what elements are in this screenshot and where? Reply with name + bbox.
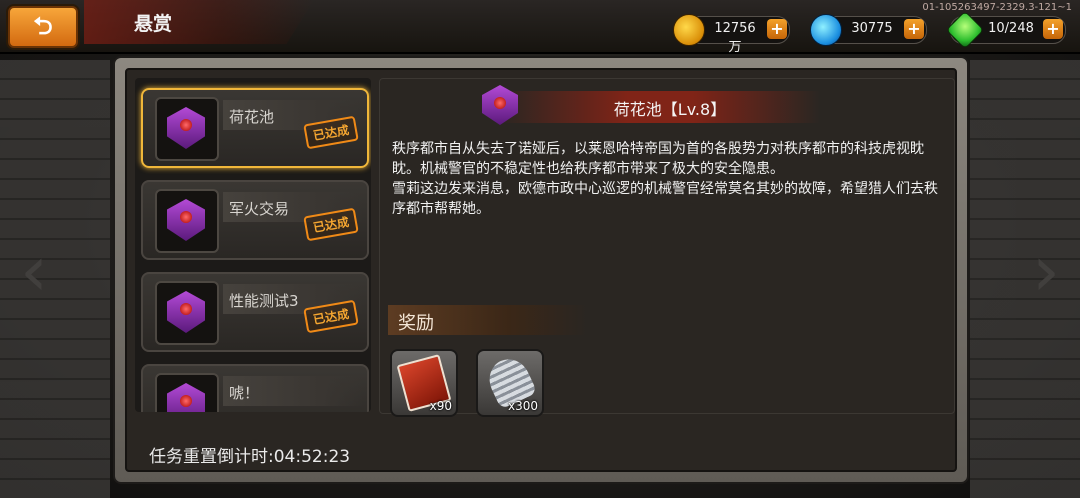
bounty-name: 性能测试3 xyxy=(229,292,299,310)
bounty-panel-inner: 荷花池 已达成 军火交易 已达成 性能测试3 已达成 唬！ 荷花池【Lv.8】 … xyxy=(125,68,957,472)
energy-resource: 10/248 + xyxy=(945,10,1066,50)
gem-resource: 30775 + xyxy=(810,14,927,46)
bounty-emblem-icon xyxy=(155,373,219,412)
detail-emblem-icon xyxy=(478,83,522,129)
bounty-emblem-icon xyxy=(155,97,219,161)
reset-timer: 任务重置倒计时:04:52:23 xyxy=(149,447,351,467)
green-energy-icon xyxy=(945,10,985,50)
bounty-name: 唬！ xyxy=(229,384,260,402)
description-paragraph: 雪莉这边发来消息，欧德市政中心巡逻的机械警官经常莫名其妙的故障，希望猎人们去秩序… xyxy=(392,181,938,217)
top-bar: ⮌ 悬赏 01-105263497-2329.3-121~1 12756万 + … xyxy=(0,0,1080,55)
chevron-left-icon: ‹ xyxy=(20,230,48,312)
gold-resource: 12756万 + xyxy=(673,14,790,55)
bounty-name: 军火交易 xyxy=(229,200,290,218)
chevron-right-icon: › xyxy=(1032,230,1060,312)
bounty-panel: 荷花池 已达成 军火交易 已达成 性能测试3 已达成 唬！ 荷花池【Lv.8】 … xyxy=(113,56,969,484)
bounty-item[interactable]: 军火交易 已达成 xyxy=(141,180,369,260)
bounty-detail: 荷花池【Lv.8】 秩序都市自从失去了诺娅后，以莱恩哈特帝国为首的各股势力对秩序… xyxy=(379,78,955,417)
title-background xyxy=(84,0,314,44)
bounty-list[interactable]: 荷花池 已达成 军火交易 已达成 性能测试3 已达成 唬！ xyxy=(135,78,371,412)
detail-title: 荷花池【Lv.8】 xyxy=(613,100,727,119)
bounty-emblem-icon xyxy=(155,281,219,345)
gem-value: 30775 xyxy=(851,21,893,36)
reward-quantity: x300 xyxy=(507,399,538,413)
bounty-name: 荷花池 xyxy=(229,108,275,126)
reward-quantity: x90 xyxy=(429,399,452,413)
back-button[interactable]: ⮌ xyxy=(8,6,78,48)
bounty-item[interactable]: 性能测试3 已达成 xyxy=(141,272,369,352)
page-title: 悬赏 xyxy=(134,13,173,35)
add-energy-button[interactable]: + xyxy=(1043,19,1063,39)
gold-coin-icon xyxy=(673,14,705,46)
energy-value: 10/248 xyxy=(988,21,1034,36)
right-wall-decoration: › xyxy=(970,60,1080,498)
gold-value: 12756万 xyxy=(714,21,756,55)
left-wall-decoration: ‹ xyxy=(0,60,110,498)
add-gem-button[interactable]: + xyxy=(904,19,924,39)
reward-slot[interactable]: x90 xyxy=(390,349,458,417)
back-arrow-icon: ⮌ xyxy=(33,12,53,40)
add-gold-button[interactable]: + xyxy=(767,19,787,39)
reward-slot[interactable]: x300 xyxy=(476,349,544,417)
bounty-description: 秩序都市自从失去了诺娅后，以莱恩哈特帝国为首的各股势力对秩序都市的科技虎视眈眈。… xyxy=(392,139,942,219)
bounty-emblem-icon xyxy=(155,189,219,253)
bounty-item[interactable]: 唬！ xyxy=(141,364,369,412)
blue-gem-icon xyxy=(810,14,842,46)
description-paragraph: 秩序都市自从失去了诺娅后，以莱恩哈特帝国为首的各股势力对秩序都市的科技虎视眈眈。… xyxy=(392,141,924,177)
bounty-item[interactable]: 荷花池 已达成 xyxy=(141,88,369,168)
version-text: 01-105263497-2329.3-121~1 xyxy=(922,2,1072,13)
reward-label: 奖励 xyxy=(398,313,434,334)
